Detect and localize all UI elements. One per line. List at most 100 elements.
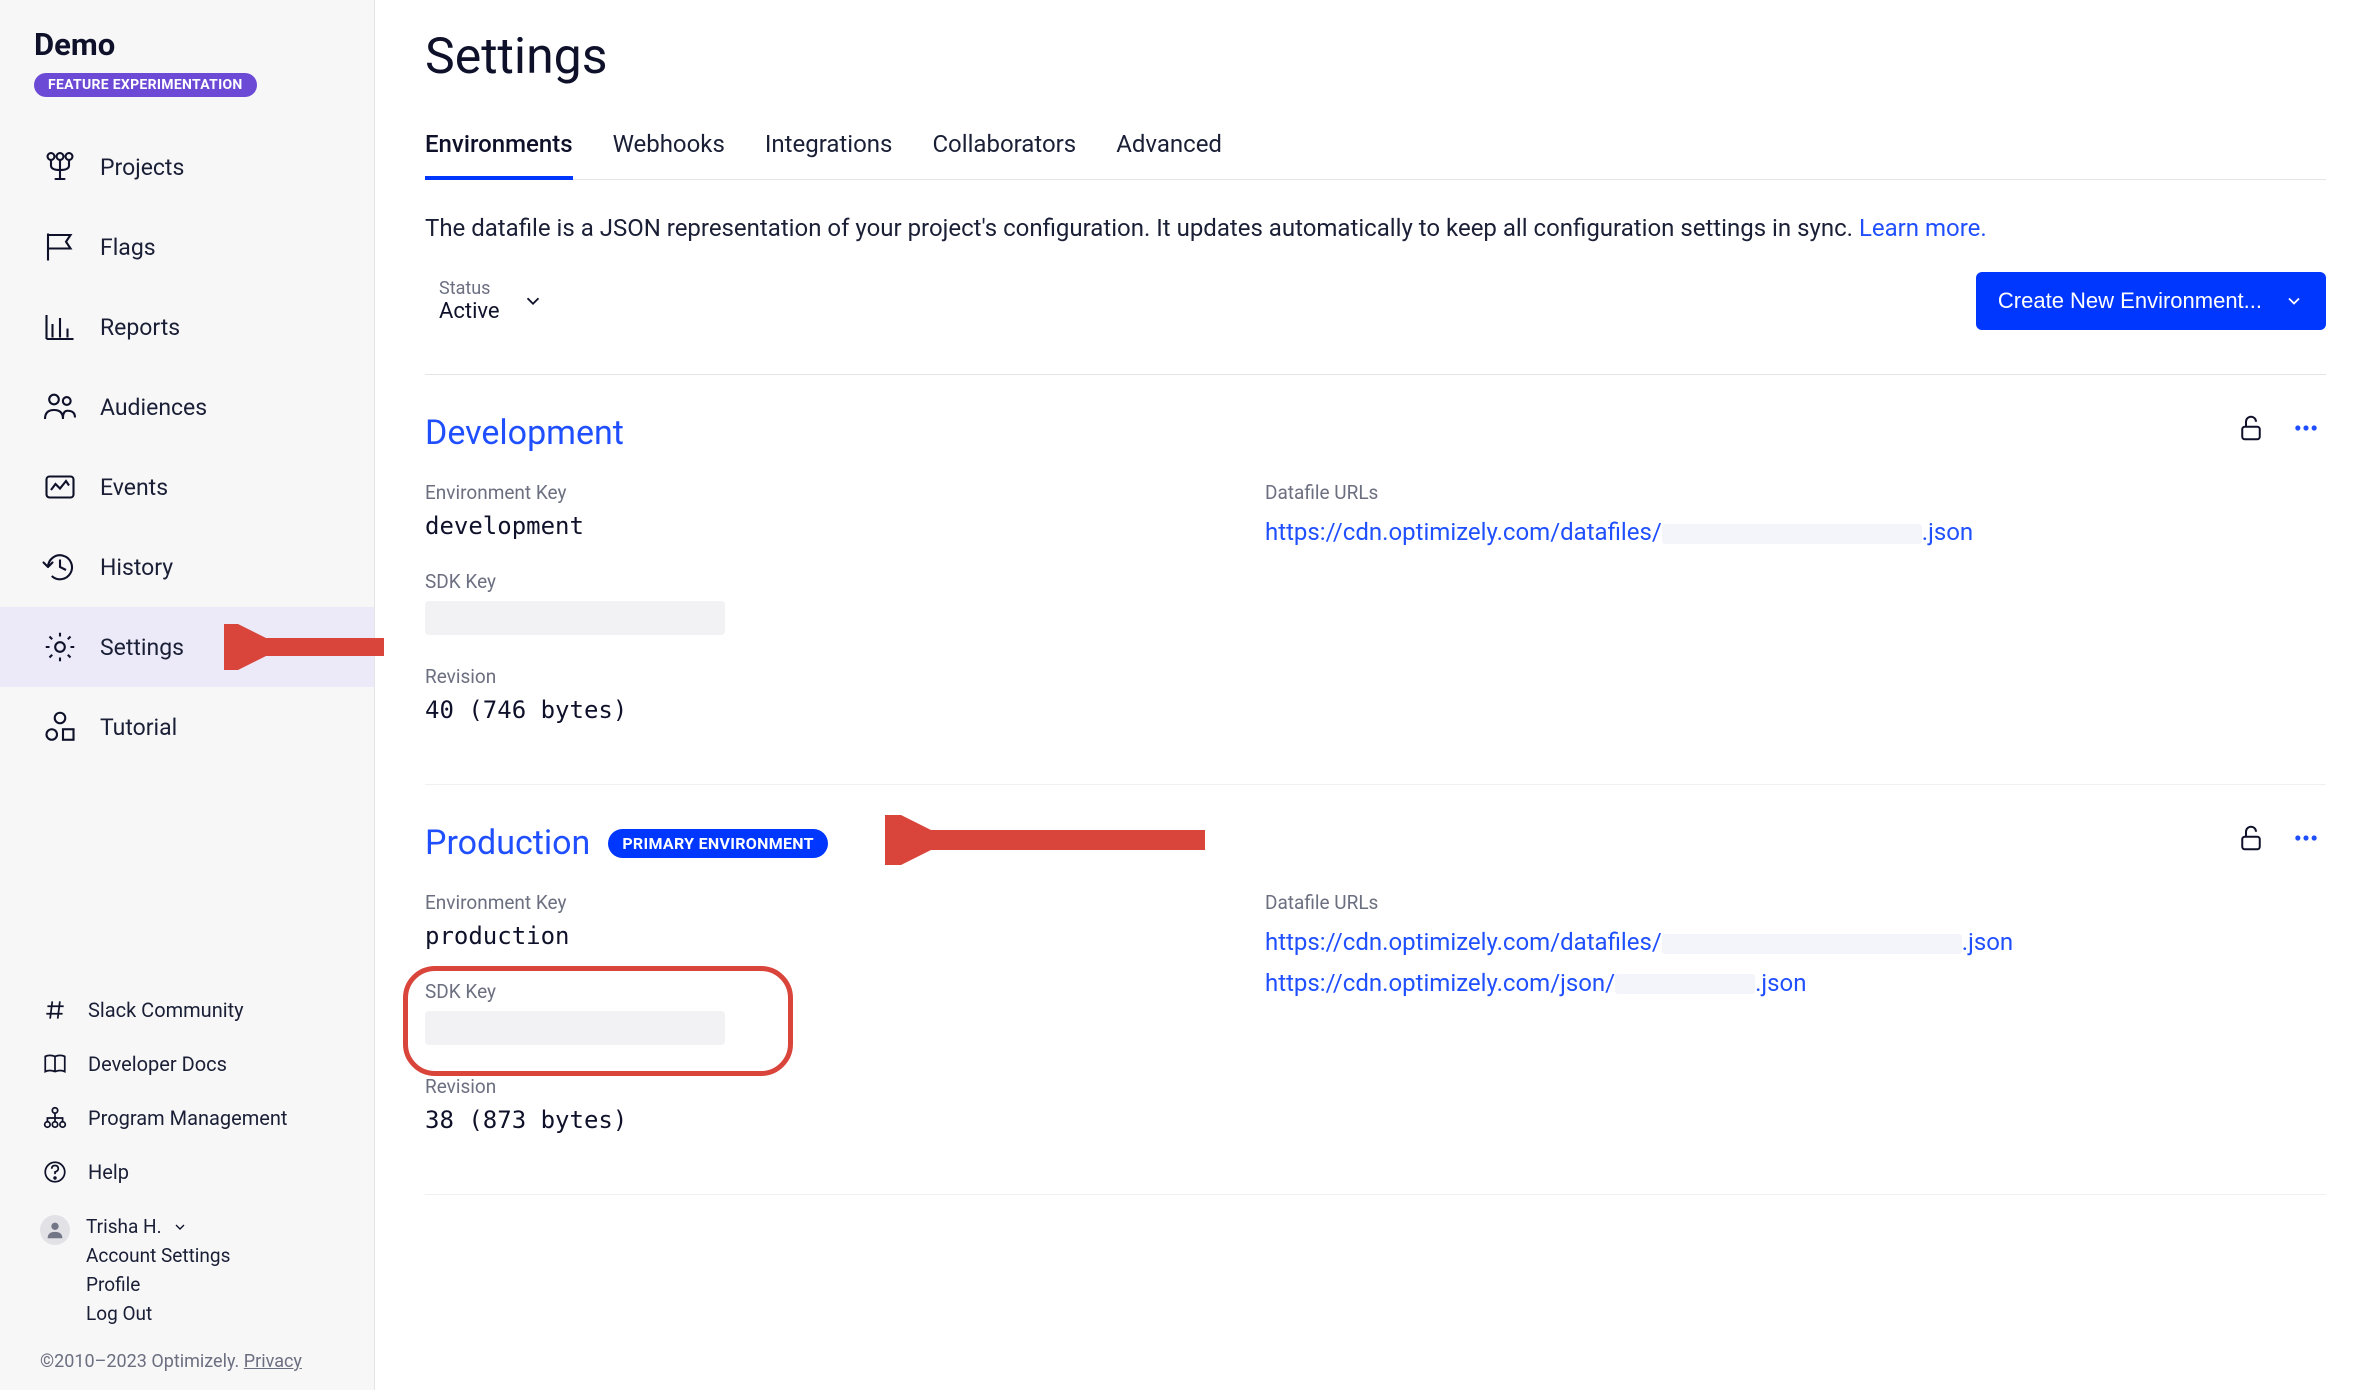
field-label-revision: Revision xyxy=(425,1075,1185,1098)
page-title: Settings xyxy=(425,28,2326,86)
annotation-arrow-primary xyxy=(885,815,1215,865)
gear-icon xyxy=(40,627,80,667)
audiences-icon xyxy=(40,387,80,427)
status-filter[interactable]: Status Active xyxy=(425,278,544,324)
tab-environments[interactable]: Environments xyxy=(425,116,573,180)
sidebar-footer: Slack Community Developer Docs Progra xyxy=(0,983,374,1390)
more-icon[interactable] xyxy=(2292,824,2320,852)
user-block: Trisha H. Account Settings Profile Log O… xyxy=(40,1215,340,1325)
unlock-icon[interactable] xyxy=(2236,823,2266,853)
env-prod-datafile-url-2[interactable]: https://cdn.optimizely.com/json/.json xyxy=(1265,963,2025,1004)
field-label-datafileurls: Datafile URLs xyxy=(1265,891,2025,914)
filter-row: Status Active Create New Environment... xyxy=(425,272,2326,375)
brand-badge: FEATURE EXPERIMENTATION xyxy=(34,73,257,97)
status-value: Active xyxy=(439,299,500,324)
create-environment-button[interactable]: Create New Environment... xyxy=(1976,272,2326,330)
nav-tutorial-label: Tutorial xyxy=(100,714,177,741)
tab-webhooks[interactable]: Webhooks xyxy=(613,116,725,180)
chevron-down-icon xyxy=(522,290,544,312)
reports-icon xyxy=(40,307,80,347)
main-content: Settings Environments Webhooks Integrati… xyxy=(375,0,2376,1390)
env-prod-key: production xyxy=(425,922,1185,950)
nav-audiences[interactable]: Audiences xyxy=(0,367,374,447)
env-prod-datafile-url-1[interactable]: https://cdn.optimizely.com/datafiles/.js… xyxy=(1265,922,2025,963)
redacted-segment xyxy=(1662,934,1962,954)
tab-advanced[interactable]: Advanced xyxy=(1116,116,1222,180)
field-label-envkey: Environment Key xyxy=(425,891,1185,914)
footer-slack-label: Slack Community xyxy=(88,998,244,1022)
env-prod-sdk-key-redacted xyxy=(425,1011,725,1045)
projects-icon xyxy=(40,147,80,187)
nav-flags[interactable]: Flags xyxy=(0,207,374,287)
env-dev-title[interactable]: Development xyxy=(425,413,624,453)
more-icon[interactable] xyxy=(2292,414,2320,442)
tab-integrations[interactable]: Integrations xyxy=(765,116,893,180)
footer-program-label: Program Management xyxy=(88,1106,287,1130)
environment-production: Production PRIMARY ENVIRONMENT xyxy=(425,785,2326,1195)
field-label-revision: Revision xyxy=(425,665,1185,688)
history-icon xyxy=(40,547,80,587)
user-logout[interactable]: Log Out xyxy=(86,1302,230,1325)
redacted-segment xyxy=(1615,974,1755,994)
flag-icon xyxy=(40,227,80,267)
field-label-datafileurls: Datafile URLs xyxy=(1265,481,2025,504)
learn-more-link[interactable]: Learn more. xyxy=(1859,214,1987,242)
avatar-icon xyxy=(40,1215,70,1245)
status-label: Status xyxy=(439,278,500,299)
footer-help-label: Help xyxy=(88,1160,129,1184)
privacy-link[interactable]: Privacy xyxy=(244,1351,302,1372)
footer-help[interactable]: Help xyxy=(40,1145,340,1199)
nav-history[interactable]: History xyxy=(0,527,374,607)
field-label-sdkkey: SDK Key xyxy=(425,570,1185,593)
create-environment-label: Create New Environment... xyxy=(1998,288,2262,314)
env-dev-key: development xyxy=(425,512,1185,540)
intro-text: The datafile is a JSON representation of… xyxy=(425,210,2326,246)
tab-collaborators[interactable]: Collaborators xyxy=(932,116,1076,180)
hash-icon xyxy=(40,995,70,1025)
chevron-down-icon xyxy=(2284,291,2304,311)
brand-title: Demo xyxy=(34,26,340,63)
user-account-settings[interactable]: Account Settings xyxy=(86,1244,230,1267)
nav-projects[interactable]: Projects xyxy=(0,127,374,207)
env-prod-title[interactable]: Production xyxy=(425,823,590,863)
main-nav: Projects Flags Reports xyxy=(0,127,374,767)
env-dev-datafile-url[interactable]: https://cdn.optimizely.com/datafiles/.js… xyxy=(1265,512,2025,553)
env-dev-sdk-key-redacted xyxy=(425,601,725,635)
book-icon xyxy=(40,1049,70,1079)
nav-settings-label: Settings xyxy=(100,634,184,661)
help-icon xyxy=(40,1157,70,1187)
sitemap-icon xyxy=(40,1103,70,1133)
brand-block: Demo FEATURE EXPERIMENTATION xyxy=(0,26,374,105)
tabs: Environments Webhooks Integrations Colla… xyxy=(425,116,2326,180)
footer-program[interactable]: Program Management xyxy=(40,1091,340,1145)
nav-events-label: Events xyxy=(100,474,168,501)
field-label-envkey: Environment Key xyxy=(425,481,1185,504)
field-label-sdkkey: SDK Key xyxy=(425,980,1185,1003)
copyright: ©2010–2023 Optimizely. Privacy xyxy=(40,1351,340,1372)
nav-reports-label: Reports xyxy=(100,314,180,341)
nav-history-label: History xyxy=(100,554,173,581)
events-icon xyxy=(40,467,80,507)
footer-docs-label: Developer Docs xyxy=(88,1052,227,1076)
tutorial-icon xyxy=(40,707,80,747)
sidebar: Demo FEATURE EXPERIMENTATION Projects xyxy=(0,0,375,1390)
nav-projects-label: Projects xyxy=(100,154,184,181)
nav-settings[interactable]: Settings xyxy=(0,607,374,687)
unlock-icon[interactable] xyxy=(2236,413,2266,443)
chevron-down-icon xyxy=(172,1219,188,1235)
user-menu[interactable]: Trisha H. xyxy=(86,1215,230,1238)
footer-docs[interactable]: Developer Docs xyxy=(40,1037,340,1091)
nav-flags-label: Flags xyxy=(100,234,156,261)
user-name: Trisha H. xyxy=(86,1215,162,1238)
annotation-arrow-settings xyxy=(224,624,394,670)
primary-environment-badge: PRIMARY ENVIRONMENT xyxy=(608,829,828,858)
nav-tutorial[interactable]: Tutorial xyxy=(0,687,374,767)
env-prod-revision: 38 (873 bytes) xyxy=(425,1106,1185,1134)
footer-slack[interactable]: Slack Community xyxy=(40,983,340,1037)
user-profile[interactable]: Profile xyxy=(86,1273,230,1296)
environment-development: Development Environment Key development xyxy=(425,375,2326,785)
nav-audiences-label: Audiences xyxy=(100,394,207,421)
nav-events[interactable]: Events xyxy=(0,447,374,527)
nav-reports[interactable]: Reports xyxy=(0,287,374,367)
env-dev-revision: 40 (746 bytes) xyxy=(425,696,1185,724)
